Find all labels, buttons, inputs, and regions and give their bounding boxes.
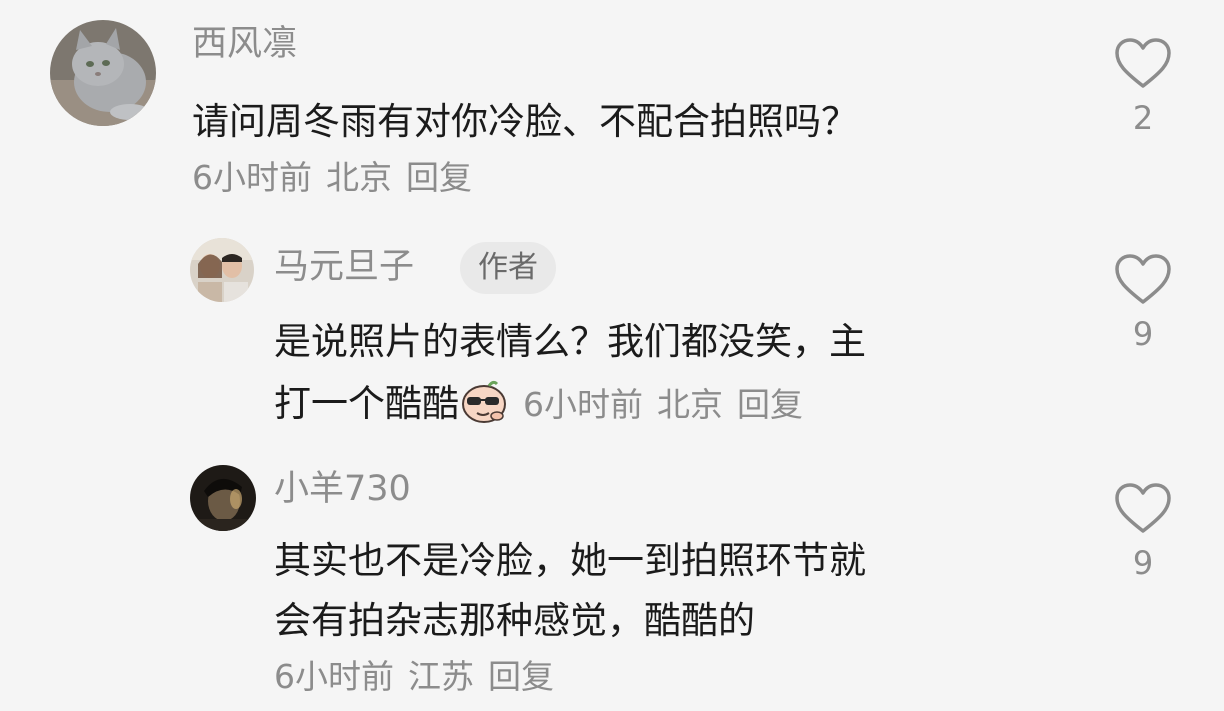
comment-text-line: 是说照片的表情么？我们都没笑，主: [274, 320, 866, 363]
comment-text-line: 请问周冬雨有对你冷脸、不配合拍照吗？: [192, 100, 858, 143]
comment-location: 北京: [326, 158, 392, 197]
comment-item: 小羊730 其实也不是冷脸，她一到拍照环节就 会有拍杂志那种感觉，酷酷的 6小时…: [0, 445, 1224, 711]
comment-time: 6小时前: [192, 158, 312, 197]
comment-item: 马元旦子 作者 是说照片的表情么？我们都没笑，主 打一个酷酷 6小时前 北京 回复 9: [0, 230, 1224, 445]
comment-username[interactable]: 西风凛: [192, 24, 297, 64]
comment-meta: 6小时前 江苏 回复: [274, 657, 568, 697]
like-count: 9: [1132, 315, 1154, 353]
comment-location: 江苏: [408, 657, 474, 696]
comment-item: 西风凛 请问周冬雨有对你冷脸、不配合拍照吗？ 6小时前 北京 回复 2: [0, 0, 1224, 230]
comment-meta: 6小时前 北京 回复: [192, 158, 486, 198]
comment-text-line-with-meta: 打一个酷酷 6小时前 北京 回复: [274, 380, 817, 427]
like-button[interactable]: 9: [1113, 252, 1173, 354]
reply-button[interactable]: 回复: [737, 385, 803, 424]
comment-text-line: 会有拍杂志那种感觉，酷酷的: [274, 599, 755, 642]
comment-text-fragment: 打一个酷酷: [274, 382, 459, 425]
cool-sunglasses-emoji: [459, 380, 509, 424]
heart-outline-icon: [1115, 483, 1171, 533]
comment-time: 6小时前: [523, 385, 643, 424]
comment-username[interactable]: 马元旦子: [274, 247, 414, 287]
dark-portrait-avatar-image: [190, 465, 256, 531]
reply-button[interactable]: 回复: [406, 158, 472, 197]
avatar[interactable]: [190, 465, 256, 531]
like-button[interactable]: 2: [1113, 36, 1173, 138]
like-count: 9: [1132, 544, 1154, 582]
comment-location: 北京: [657, 385, 723, 424]
avatar[interactable]: [50, 20, 156, 126]
like-count: 2: [1132, 99, 1154, 137]
comment-text-line: 其实也不是冷脸，她一到拍照环节就: [274, 539, 866, 582]
avatar[interactable]: [190, 238, 254, 302]
comment-meta: 6小时前 北京 回复: [523, 385, 817, 424]
heart-outline-icon: [1115, 38, 1171, 88]
comment-list: 西风凛 请问周冬雨有对你冷脸、不配合拍照吗？ 6小时前 北京 回复 2 马元旦子…: [0, 0, 1224, 711]
cat-avatar-image: [50, 20, 156, 126]
like-button[interactable]: 9: [1113, 481, 1173, 583]
author-badge: 作者: [460, 242, 556, 294]
heart-outline-icon: [1115, 254, 1171, 304]
comment-time: 6小时前: [274, 657, 394, 696]
comment-username[interactable]: 小羊730: [274, 469, 411, 509]
reply-button[interactable]: 回复: [488, 657, 554, 696]
couple-avatar-image: [190, 238, 254, 302]
